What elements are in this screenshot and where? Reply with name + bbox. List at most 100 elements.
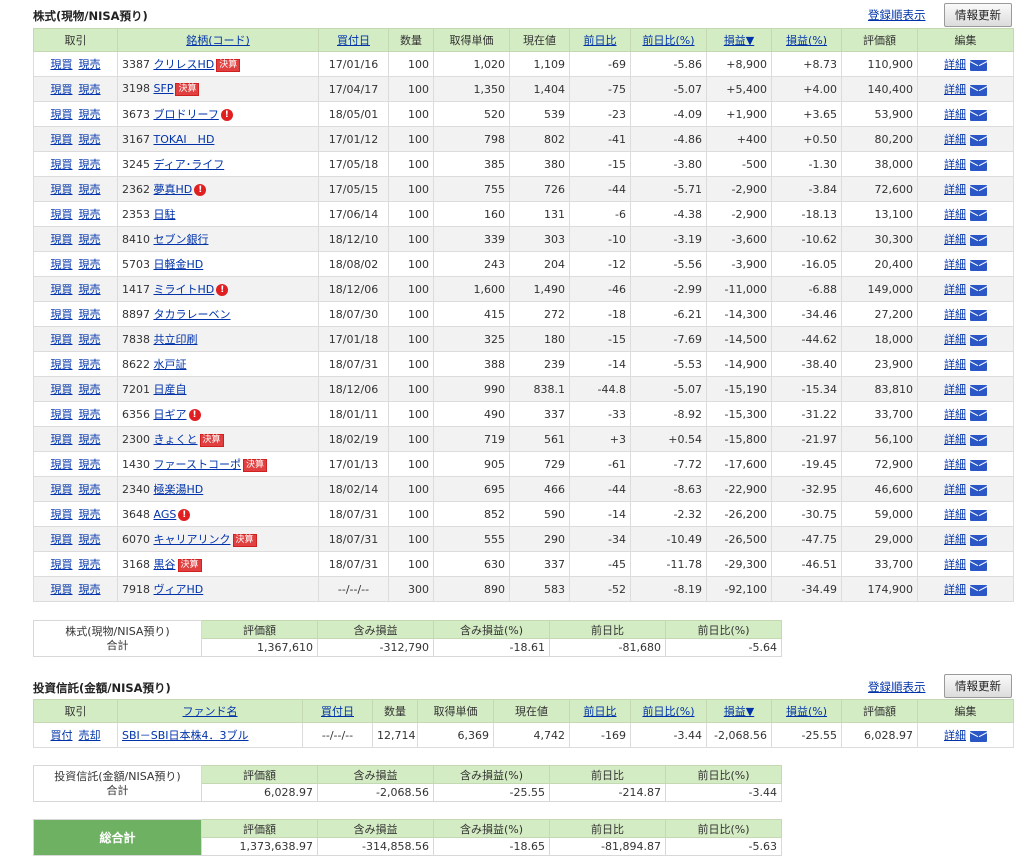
- buy-link[interactable]: 現買: [51, 508, 73, 521]
- stock-name-link[interactable]: ミライトHD: [154, 283, 215, 296]
- buy-link[interactable]: 現買: [51, 333, 73, 346]
- detail-link[interactable]: 詳細: [944, 83, 966, 96]
- mail-icon[interactable]: [970, 134, 987, 146]
- stock-name-link[interactable]: ヴィアHD: [154, 583, 204, 596]
- stock-name-link[interactable]: 日駐: [154, 208, 176, 221]
- detail-link[interactable]: 詳細: [944, 308, 966, 321]
- detail-link[interactable]: 詳細: [944, 108, 966, 121]
- detail-link[interactable]: 詳細: [944, 58, 966, 71]
- fund-name-link[interactable]: SBI－SBI日本株4．3ブル: [122, 729, 249, 742]
- funds-refresh-button[interactable]: 情報更新: [944, 674, 1012, 698]
- col-pl-pct[interactable]: 損益(%): [771, 28, 842, 52]
- stock-name-link[interactable]: 日産自: [154, 383, 187, 396]
- col-name[interactable]: 銘柄(コード): [117, 28, 319, 52]
- detail-link[interactable]: 詳細: [944, 133, 966, 146]
- mail-icon[interactable]: [970, 459, 987, 471]
- detail-link[interactable]: 詳細: [944, 729, 966, 742]
- detail-link[interactable]: 詳細: [944, 458, 966, 471]
- mail-icon[interactable]: [970, 559, 987, 571]
- stock-name-link[interactable]: ブロドリーフ: [154, 108, 219, 121]
- sell-link[interactable]: 現売: [79, 433, 101, 446]
- mail-icon[interactable]: [970, 184, 987, 196]
- mail-icon[interactable]: [970, 259, 987, 271]
- mail-icon[interactable]: [970, 59, 987, 71]
- detail-link[interactable]: 詳細: [944, 583, 966, 596]
- stock-name-link[interactable]: 極楽湯HD: [154, 483, 204, 496]
- sell-link[interactable]: 現売: [79, 583, 101, 596]
- stock-name-link[interactable]: キャリアリンク: [154, 533, 231, 546]
- buy-link[interactable]: 現買: [51, 208, 73, 221]
- buy-link[interactable]: 現買: [51, 383, 73, 396]
- sell-link[interactable]: 現売: [79, 508, 101, 521]
- sell-link[interactable]: 現売: [79, 458, 101, 471]
- detail-link[interactable]: 詳細: [944, 358, 966, 371]
- stock-name-link[interactable]: 日ギア: [154, 408, 187, 421]
- stock-name-link[interactable]: セブン銀行: [154, 233, 209, 246]
- funds-sort-link[interactable]: 登録順表示: [868, 679, 926, 695]
- mail-icon[interactable]: [970, 730, 987, 742]
- col-pl[interactable]: 損益▼: [706, 28, 772, 52]
- sell-link[interactable]: 現売: [79, 83, 101, 96]
- detail-link[interactable]: 詳細: [944, 283, 966, 296]
- col-chg[interactable]: 前日比: [569, 699, 631, 723]
- detail-link[interactable]: 詳細: [944, 333, 966, 346]
- stock-name-link[interactable]: 黒谷: [154, 558, 176, 571]
- buy-link[interactable]: 現買: [51, 558, 73, 571]
- col-pl-pct[interactable]: 損益(%): [771, 699, 842, 723]
- detail-link[interactable]: 詳細: [944, 258, 966, 271]
- sell-link[interactable]: 現売: [79, 58, 101, 71]
- stock-name-link[interactable]: きょくと: [154, 433, 198, 446]
- buy-link[interactable]: 現買: [51, 183, 73, 196]
- stock-name-link[interactable]: AGS: [154, 508, 177, 521]
- detail-link[interactable]: 詳細: [944, 208, 966, 221]
- detail-link[interactable]: 詳細: [944, 233, 966, 246]
- col-pl[interactable]: 損益▼: [706, 699, 772, 723]
- sell-link[interactable]: 現売: [79, 308, 101, 321]
- detail-link[interactable]: 詳細: [944, 483, 966, 496]
- col-date[interactable]: 買付日: [318, 28, 389, 52]
- sell-link[interactable]: 現売: [79, 133, 101, 146]
- sell-link[interactable]: 現売: [79, 558, 101, 571]
- mail-icon[interactable]: [970, 84, 987, 96]
- mail-icon[interactable]: [970, 234, 987, 246]
- mail-icon[interactable]: [970, 109, 987, 121]
- buy-link[interactable]: 現買: [51, 583, 73, 596]
- buy-link[interactable]: 現買: [51, 258, 73, 271]
- stock-name-link[interactable]: SFP: [154, 82, 174, 95]
- buy-link[interactable]: 現買: [51, 408, 73, 421]
- buy-link[interactable]: 現買: [51, 108, 73, 121]
- mail-icon[interactable]: [970, 284, 987, 296]
- detail-link[interactable]: 詳細: [944, 383, 966, 396]
- sell-link[interactable]: 現売: [79, 158, 101, 171]
- buy-link[interactable]: 現買: [51, 483, 73, 496]
- col-fund-name[interactable]: ファンド名: [117, 699, 303, 723]
- sell-link[interactable]: 現売: [79, 208, 101, 221]
- buy-link[interactable]: 現買: [51, 433, 73, 446]
- stock-name-link[interactable]: 日軽金HD: [154, 258, 204, 271]
- stock-name-link[interactable]: TOKAI HD: [154, 133, 215, 146]
- sell-link[interactable]: 現売: [79, 483, 101, 496]
- detail-link[interactable]: 詳細: [944, 183, 966, 196]
- stock-name-link[interactable]: クリレスHD: [154, 58, 215, 71]
- mail-icon[interactable]: [970, 309, 987, 321]
- sell-link[interactable]: 現売: [79, 383, 101, 396]
- col-chg[interactable]: 前日比: [569, 28, 631, 52]
- stocks-refresh-button[interactable]: 情報更新: [944, 3, 1012, 27]
- mail-icon[interactable]: [970, 209, 987, 221]
- mail-icon[interactable]: [970, 534, 987, 546]
- mail-icon[interactable]: [970, 584, 987, 596]
- detail-link[interactable]: 詳細: [944, 158, 966, 171]
- stock-name-link[interactable]: ディア･ライフ: [154, 158, 225, 171]
- buy-link[interactable]: 現買: [51, 458, 73, 471]
- sell-link[interactable]: 売却: [79, 729, 101, 742]
- mail-icon[interactable]: [970, 409, 987, 421]
- sell-link[interactable]: 現売: [79, 108, 101, 121]
- buy-link[interactable]: 現買: [51, 533, 73, 546]
- mail-icon[interactable]: [970, 159, 987, 171]
- stock-name-link[interactable]: タカラレーベン: [154, 308, 231, 321]
- sell-link[interactable]: 現売: [79, 183, 101, 196]
- buy-link[interactable]: 現買: [51, 233, 73, 246]
- sell-link[interactable]: 現売: [79, 408, 101, 421]
- buy-link[interactable]: 現買: [51, 83, 73, 96]
- sell-link[interactable]: 現売: [79, 258, 101, 271]
